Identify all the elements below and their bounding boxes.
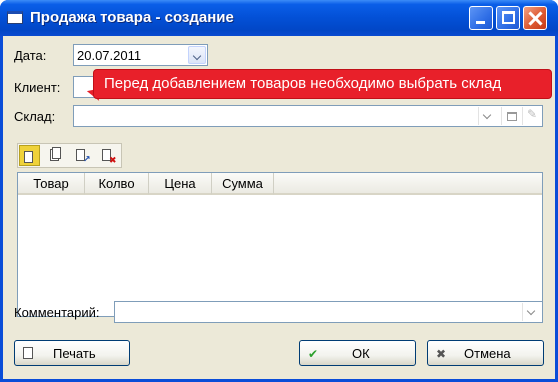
check-icon: ✔ <box>308 347 319 361</box>
comment-label: Комментарий: <box>14 305 100 320</box>
column-header-filler <box>274 173 542 195</box>
column-header-quantity[interactable]: Колво <box>85 173 149 195</box>
minimize-button[interactable] <box>469 6 493 30</box>
warehouse-field[interactable] <box>73 105 543 127</box>
dialog-client-area: Дата: 20.07.2011 Клиент: Перед добавлени… <box>3 36 555 379</box>
column-header-item[interactable]: Товар <box>18 173 85 195</box>
ok-button-label: ОК <box>352 346 370 361</box>
print-button-label: Печать <box>53 346 96 361</box>
copy-row-button[interactable] <box>45 145 66 166</box>
print-icon <box>23 344 33 362</box>
date-value: 20.07.2011 <box>77 48 142 63</box>
maximize-button[interactable] <box>496 6 520 30</box>
date-dropdown-button[interactable] <box>188 46 206 64</box>
maximize-icon <box>502 11 515 24</box>
warehouse-clear-button[interactable] <box>522 107 540 125</box>
comment-dropdown-button[interactable] <box>522 303 540 321</box>
window-icon <box>7 11 23 24</box>
warehouse-label: Склад: <box>14 109 56 124</box>
comment-field[interactable] <box>114 301 543 323</box>
print-button[interactable]: Печать <box>14 340 130 366</box>
cancel-button-label: Отмена <box>464 346 511 361</box>
dialog-window: Продажа товара - создание Дата: 20.07.20… <box>0 0 558 382</box>
edit-row-button[interactable]: ↗ <box>71 145 92 166</box>
minimize-icon <box>476 21 485 24</box>
add-document-icon <box>24 151 33 163</box>
delete-row-button[interactable]: ✖ <box>97 145 118 166</box>
add-row-button[interactable] <box>19 145 40 166</box>
date-field[interactable]: 20.07.2011 <box>73 44 208 66</box>
title-bar[interactable]: Продажа товара - создание <box>0 0 558 36</box>
client-label: Клиент: <box>14 80 61 95</box>
delete-mark: ✖ <box>109 155 117 165</box>
cancel-button[interactable]: ✖ Отмена <box>427 340 544 366</box>
window-title: Продажа товара - создание <box>30 9 234 26</box>
column-header-sum[interactable]: Сумма <box>212 173 274 195</box>
column-header-price[interactable]: Цена <box>149 173 212 195</box>
close-button[interactable] <box>523 6 547 30</box>
warehouse-dropdown-button[interactable] <box>478 107 496 125</box>
items-table[interactable]: Товар Колво Цена Сумма <box>17 172 543 317</box>
copy-document-icon-back <box>52 147 61 159</box>
table-toolbar: ↗ ✖ <box>17 143 122 168</box>
ok-button[interactable]: ✔ ОК <box>299 340 416 366</box>
date-label: Дата: <box>14 48 47 63</box>
warehouse-open-button[interactable] <box>501 107 519 125</box>
edit-mark: ↗ <box>83 154 91 164</box>
warning-tooltip: Перед добавлением товаров необходимо выб… <box>93 69 552 99</box>
cancel-icon: ✖ <box>436 347 447 361</box>
